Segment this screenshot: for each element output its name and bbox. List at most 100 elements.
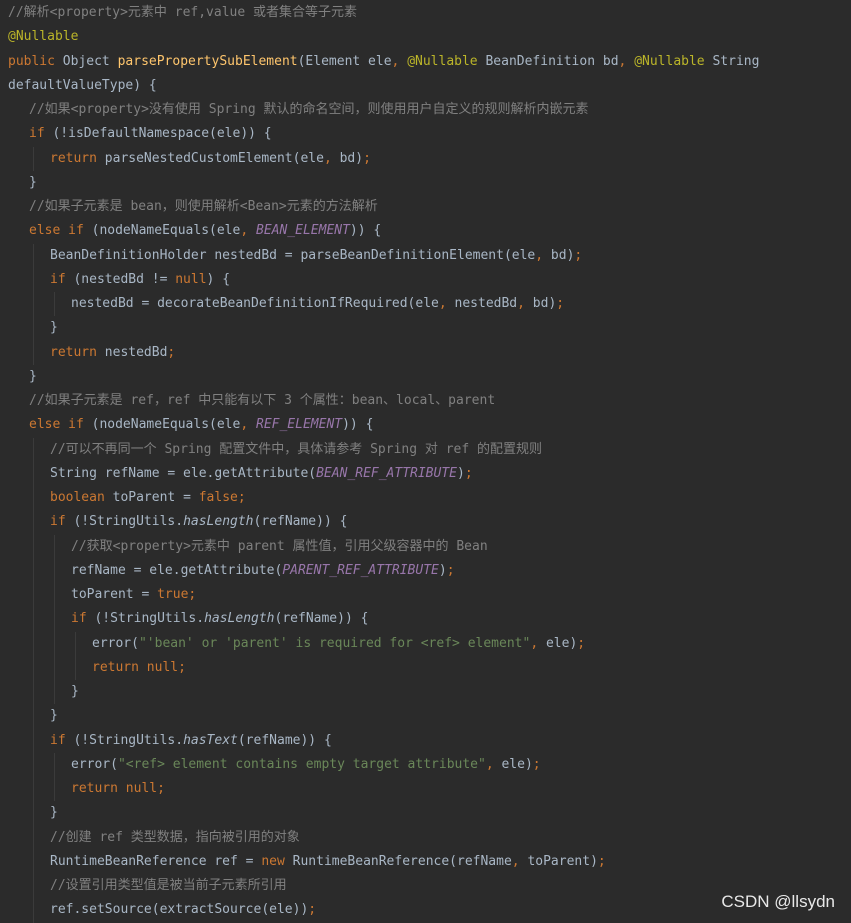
code-token-keyword: true;: [157, 587, 197, 602]
code-token-plain: }: [71, 684, 79, 699]
code-token-comment: //可以不再同一个 Spring 配置文件中，具体请参考 Spring 对 re…: [50, 441, 543, 457]
code-token-plain: String: [712, 53, 760, 69]
code-token-plain: }: [50, 320, 58, 336]
code-token-keyword: ;: [446, 562, 455, 578]
code-line: error("<ref> element contains empty targ…: [71, 753, 541, 777]
code-token-plain: (refName)) {: [253, 514, 348, 530]
indent-guide: [54, 752, 55, 777]
code-line: String refName = ele.getAttribute(BEAN_R…: [50, 462, 473, 486]
code-token-plain: ref.setSource(extractSource(ele)): [50, 902, 309, 918]
indent-guide: [33, 728, 34, 753]
code-token-plain: bd): [550, 247, 575, 263]
code-token-static: hasText: [183, 732, 238, 748]
code-line: }: [29, 171, 37, 195]
code-token-comment: //设置引用类型值是被当前子元素所引用: [50, 878, 287, 893]
code-token-plain: (nodeNameEquals(ele: [91, 223, 241, 239]
code-token-plain: RuntimeBeanReference(refName: [292, 853, 512, 869]
code-line: return null;: [71, 777, 165, 801]
code-token-plain: (!isDefaultNamespace(ele)) {: [52, 126, 272, 142]
code-token-plain: (!StringUtils.: [73, 732, 184, 748]
code-token-keyword: ;: [574, 247, 583, 263]
code-token-keyword: ,: [517, 296, 533, 311]
code-token-plain: parseNestedCustomElement(ele: [104, 150, 324, 166]
code-token-keyword: false;: [198, 490, 246, 505]
code-token-keyword: ,: [240, 417, 256, 433]
code-token-constant: BEAN_ELEMENT: [256, 223, 350, 239]
code-line: toParent = true;: [71, 583, 196, 607]
code-line: RuntimeBeanReference ref = new RuntimeBe…: [50, 850, 606, 874]
indent-guide: [33, 825, 34, 850]
indent-guide: [33, 267, 34, 292]
code-token-keyword: ;: [363, 150, 371, 166]
code-token-keyword: ,: [511, 853, 528, 869]
code-token-keyword: ,: [535, 247, 551, 263]
code-token-keyword: ;: [577, 635, 586, 651]
indent-guide: [33, 583, 34, 608]
code-token-keyword: null: [175, 271, 207, 287]
code-token-constant: BEAN_REF_ATTRIBUTE: [316, 465, 457, 481]
code-line: return nestedBd;: [50, 341, 175, 365]
indent-guide: [54, 777, 55, 802]
code-token-keyword: else if: [29, 223, 92, 239]
code-token-plain: ): [438, 562, 447, 578]
code-token-annotation: @Nullable: [634, 53, 713, 69]
code-token-plain: (refName)) {: [274, 611, 369, 627]
code-token-keyword: boolean: [50, 490, 113, 505]
code-token-plain: }: [29, 174, 37, 190]
code-token-plain: defaultValueType) {: [8, 77, 157, 93]
code-token-plain: toParent =: [71, 587, 158, 602]
indent-guide: [75, 655, 76, 680]
indent-guide: [33, 340, 34, 365]
indent-guide: [54, 292, 55, 317]
indent-guide: [33, 777, 34, 802]
code-editor: //解析<property>元素中 ref,value 或者集合等子元素 @Nul…: [0, 0, 851, 923]
code-line: public Object parsePropertySubElement(El…: [8, 50, 759, 74]
code-line: //如果<property>没有使用 Spring 默认的命名空间，则使用用户自…: [29, 98, 589, 122]
indent-guide: [33, 704, 34, 729]
code-token-plain: }: [50, 708, 58, 724]
code-token-keyword: ,: [323, 150, 340, 166]
code-line: boolean toParent = false;: [50, 486, 246, 510]
code-line: ref.setSource(extractSource(ele));: [50, 898, 316, 922]
code-token-keyword: if: [50, 732, 74, 748]
code-token-plain: }: [50, 805, 58, 821]
code-line: if (nestedBd != null) {: [50, 268, 230, 292]
code-line: //如果子元素是 ref，ref 中只能有以下 3 个属性：bean、local…: [29, 389, 495, 413]
code-token-constant: PARENT_REF_ATTRIBUTE: [282, 562, 439, 578]
indent-guide: [33, 461, 34, 486]
code-token-keyword: if: [71, 611, 95, 627]
code-token-plain: (nodeNameEquals(ele: [91, 417, 241, 433]
code-line: BeanDefinitionHolder nestedBd = parseBea…: [50, 244, 582, 268]
code-token-plain: error(: [71, 756, 118, 772]
code-token-plain: bd): [532, 296, 557, 311]
code-line: else if (nodeNameEquals(ele, BEAN_ELEMEN…: [29, 219, 381, 243]
code-line: //解析<property>元素中 ref,value 或者集合等子元素: [8, 1, 357, 25]
code-line: }: [50, 316, 58, 340]
code-token-keyword: ;: [464, 465, 473, 481]
code-line: defaultValueType) {: [8, 74, 157, 98]
indent-guide: [33, 849, 34, 874]
code-line: //设置引用类型值是被当前子元素所引用: [50, 874, 287, 898]
code-token-keyword: if: [50, 271, 74, 287]
indent-guide: [54, 534, 55, 559]
indent-guide: [33, 292, 34, 317]
indent-guide: [33, 898, 34, 923]
indent-guide: [33, 486, 34, 511]
indent-guide: [33, 607, 34, 632]
code-line: //如果子元素是 bean，则使用解析<Bean>元素的方法解析: [29, 195, 378, 219]
code-token-plain: BeanDefinitionHolder nestedBd = parseBea…: [50, 247, 536, 263]
code-token-plain: ) {: [206, 271, 231, 287]
code-line: }: [71, 680, 79, 704]
code-token-keyword: ,: [618, 53, 635, 69]
watermark: CSDN @llsydn: [721, 892, 835, 911]
indent-guide: [33, 558, 34, 583]
indent-guide: [33, 243, 34, 268]
code-token-plain: }: [29, 368, 37, 384]
code-token-plain: ele): [545, 635, 578, 651]
code-token-keyword: ,: [240, 223, 256, 239]
code-token-plain: BeanDefinition bd: [485, 53, 619, 69]
code-token-plain: ele): [501, 756, 533, 772]
code-token-keyword: if: [29, 126, 53, 142]
code-token-keyword: ;: [556, 296, 565, 311]
indent-guide: [33, 752, 34, 777]
